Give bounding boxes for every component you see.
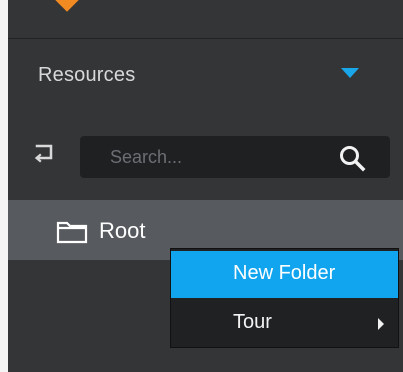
menu-item-label: New Folder [233,262,336,284]
search-input[interactable] [110,136,340,178]
search-box [80,136,390,178]
resources-header: Resources [8,40,403,108]
menu-item-new-folder[interactable]: New Folder [171,251,398,298]
folder-icon [56,221,88,244]
chevron-right-icon [378,318,384,330]
menu-item-tour[interactable]: Tour [171,300,398,347]
search-icon[interactable] [338,144,366,172]
app-window: Resources Root New Folder Tour [0,0,403,372]
caret-down-icon[interactable] [341,68,359,78]
context-menu: New Folder Tour [170,248,399,348]
menu-item-label: Tour [233,311,272,333]
return-icon[interactable] [34,142,56,164]
tree-item-label: Root [99,218,146,243]
panel-title: Resources [38,64,136,86]
orange-accent [52,0,82,12]
top-divider [8,38,403,39]
